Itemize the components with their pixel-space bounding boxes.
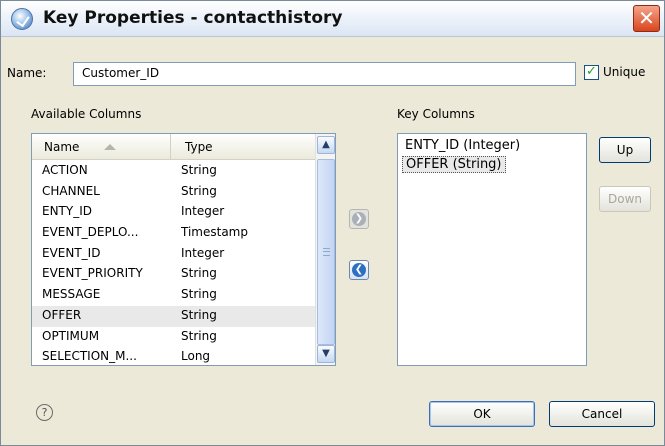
column-name-cell: EVENT_DEPLO... bbox=[42, 225, 139, 240]
column-type-cell: Long bbox=[181, 349, 211, 364]
table-row[interactable]: ACTION String bbox=[32, 161, 315, 182]
name-input[interactable]: Customer_ID bbox=[73, 62, 576, 86]
table-row[interactable]: ENTY_ID Integer bbox=[32, 202, 315, 223]
add-to-key-button[interactable]: ❯ bbox=[349, 209, 369, 229]
vertical-scrollbar[interactable]: ▲ ▼ bbox=[315, 134, 335, 365]
column-type-cell: Timestamp bbox=[181, 225, 248, 240]
close-button[interactable]: ✕ bbox=[633, 5, 660, 32]
list-item[interactable]: ENTY_ID (Integer) bbox=[405, 138, 520, 153]
column-name-cell: SELECTION_M... bbox=[42, 349, 137, 364]
column-name-cell: OFFER bbox=[42, 307, 82, 322]
name-label: Name: bbox=[7, 66, 47, 80]
arrow-left-icon: ❮ bbox=[352, 263, 366, 277]
table-row[interactable]: SELECTION_M... Long bbox=[32, 347, 315, 365]
available-columns-table[interactable]: Name Type ACTION String CHANNEL String ENT… bbox=[31, 133, 336, 366]
key-columns-label: Key Columns bbox=[397, 107, 475, 121]
arrow-right-icon: ❯ bbox=[352, 212, 366, 226]
title-bar: Key Properties - contacthistory ✕ bbox=[1, 1, 664, 37]
column-name-cell: ACTION bbox=[42, 163, 88, 177]
cancel-button[interactable]: Cancel bbox=[549, 401, 655, 427]
column-type-cell: String bbox=[181, 163, 217, 177]
column-name-cell: EVENT_ID bbox=[42, 245, 101, 260]
scroll-down-button[interactable]: ▼ bbox=[317, 345, 335, 363]
type-column-header[interactable]: Type bbox=[171, 134, 315, 160]
help-icon[interactable]: ? bbox=[36, 404, 53, 421]
type-header-label: Type bbox=[185, 140, 213, 154]
table-row[interactable]: EVENT_ID Integer bbox=[32, 244, 315, 265]
column-name-cell: CHANNEL bbox=[42, 183, 100, 198]
column-name-cell: ENTY_ID bbox=[42, 204, 92, 219]
table-row[interactable]: EVENT_DEPLO... Timestamp bbox=[32, 223, 315, 244]
table-row[interactable]: MESSAGE String bbox=[32, 285, 315, 306]
remove-from-key-button[interactable]: ❮ bbox=[349, 260, 369, 280]
column-type-cell: String bbox=[181, 307, 217, 322]
column-type-cell: String bbox=[181, 287, 217, 302]
column-type-cell: String bbox=[181, 328, 217, 343]
up-button[interactable]: Up bbox=[599, 137, 651, 163]
available-columns-label: Available Columns bbox=[31, 107, 142, 121]
name-header-label: Name bbox=[44, 140, 80, 154]
table-row[interactable]: OPTIMUM String bbox=[32, 327, 315, 348]
grip-icon bbox=[323, 248, 330, 256]
table-body: ACTION String CHANNEL String ENTY_ID Intege… bbox=[32, 161, 315, 365]
table-row-selected[interactable]: OFFER String bbox=[32, 305, 315, 327]
table-row[interactable]: EVENT_PRIORITY String bbox=[32, 264, 315, 285]
column-type-cell: String bbox=[181, 266, 217, 281]
key-properties-dialog: Key Properties - contacthistory ✕ Name: … bbox=[0, 0, 665, 446]
key-columns-list[interactable]: ENTY_ID (Integer) OFFER (String) bbox=[397, 133, 587, 366]
window-title: Key Properties - contacthistory bbox=[43, 8, 343, 28]
scroll-up-button[interactable]: ▲ bbox=[317, 136, 335, 154]
scroll-thumb[interactable] bbox=[317, 159, 335, 345]
name-column-header[interactable]: Name bbox=[32, 134, 171, 160]
ok-button[interactable]: OK bbox=[429, 401, 535, 427]
list-item-selected[interactable]: OFFER (String) bbox=[402, 156, 506, 173]
column-type-cell: Integer bbox=[181, 204, 225, 219]
down-button[interactable]: Down bbox=[599, 186, 651, 212]
column-name-cell: OPTIMUM bbox=[42, 328, 100, 343]
column-name-cell: EVENT_PRIORITY bbox=[42, 266, 143, 281]
sort-ascending-icon bbox=[104, 144, 116, 150]
unique-checkbox[interactable]: ✓ bbox=[584, 65, 599, 80]
column-type-cell: String bbox=[181, 183, 217, 198]
app-icon bbox=[11, 8, 33, 30]
table-row[interactable]: CHANNEL String bbox=[32, 182, 315, 203]
column-type-cell: Integer bbox=[181, 245, 225, 260]
unique-label: Unique bbox=[603, 65, 646, 79]
column-name-cell: MESSAGE bbox=[42, 287, 101, 302]
table-header: Name Type bbox=[32, 134, 315, 160]
